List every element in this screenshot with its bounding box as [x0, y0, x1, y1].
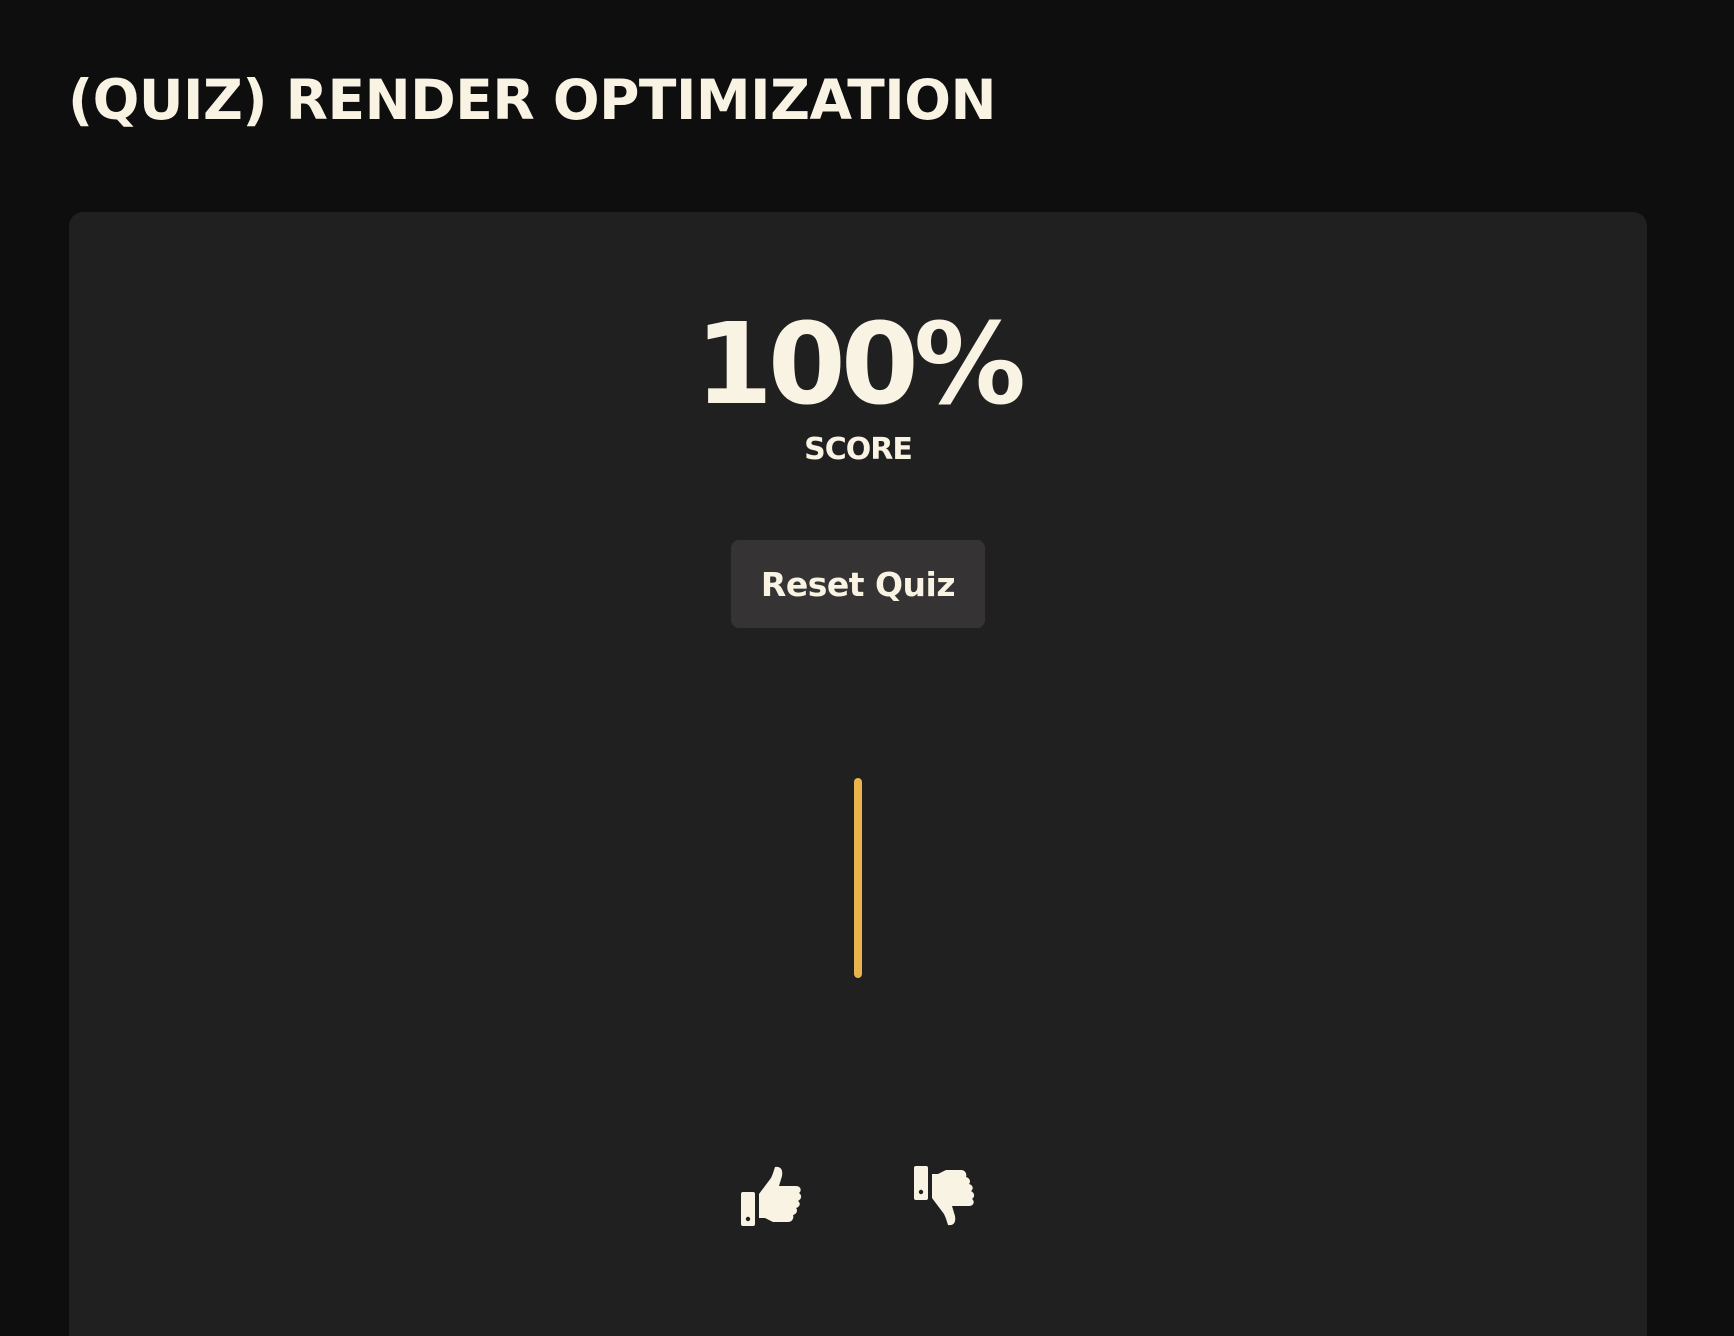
thumbs-up-button[interactable] [739, 1164, 803, 1228]
page-title: (QUIZ) RENDER OPTIMIZATION [68, 68, 997, 132]
thumbs-down-icon [914, 1166, 975, 1226]
quiz-card: 100% SCORE Reset Quiz [69, 212, 1647, 1336]
thumbs-down-button[interactable] [912, 1164, 976, 1228]
score-label: SCORE [804, 432, 913, 467]
reset-quiz-button[interactable]: Reset Quiz [731, 540, 985, 628]
score-value: 100% [694, 300, 1026, 430]
thumbs-up-icon [741, 1166, 802, 1226]
progress-indicator-line [854, 778, 862, 978]
